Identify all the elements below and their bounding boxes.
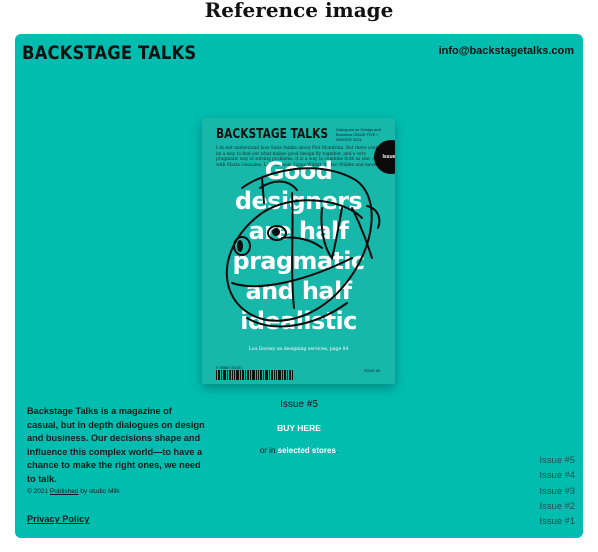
copyright-prefix: © 2021	[27, 488, 49, 495]
magazine-cover[interactable]: BACKSTAGE TALKS Dialogues on Design and …	[202, 118, 395, 384]
issue-link[interactable]: Issue #2	[540, 498, 575, 513]
stores-prefix: or in	[259, 446, 276, 455]
published-link[interactable]: Published	[50, 488, 79, 495]
copyright: © 2021 Published by studio Milk	[27, 488, 120, 495]
cover-issue-small: ISSUE #5	[364, 369, 380, 373]
barcode-icon	[216, 370, 293, 380]
copyright-suffix: by studio Milk	[80, 488, 120, 495]
selected-stores-link[interactable]: selected stores	[278, 446, 336, 455]
site-description: Backstage Talks is a magazine of casual,…	[27, 406, 205, 484]
email-link[interactable]: info@backstagetalks.com	[439, 45, 574, 57]
issue-link[interactable]: Issue #5	[540, 452, 575, 467]
issue-link[interactable]: Issue #1	[540, 513, 575, 528]
stores-suffix: .	[335, 446, 339, 455]
reference-title: Reference image	[204, 0, 394, 22]
issue-link[interactable]: Issue #3	[540, 483, 575, 498]
cover-credit: Lou Dorsey on designing services, page 8…	[248, 347, 349, 352]
issue-list: Issue #5 Issue #4 Issue #3 Issue #2 Issu…	[540, 452, 575, 528]
scribble-illustration	[225, 167, 381, 328]
privacy-policy-link[interactable]: Privacy Policy	[27, 514, 89, 524]
page-panel: BACKSTAGE TALKS info@backstagetalks.com …	[15, 34, 583, 538]
issue-link[interactable]: Issue #4	[540, 467, 575, 482]
site-logo[interactable]: BACKSTAGE TALKS	[22, 42, 196, 64]
